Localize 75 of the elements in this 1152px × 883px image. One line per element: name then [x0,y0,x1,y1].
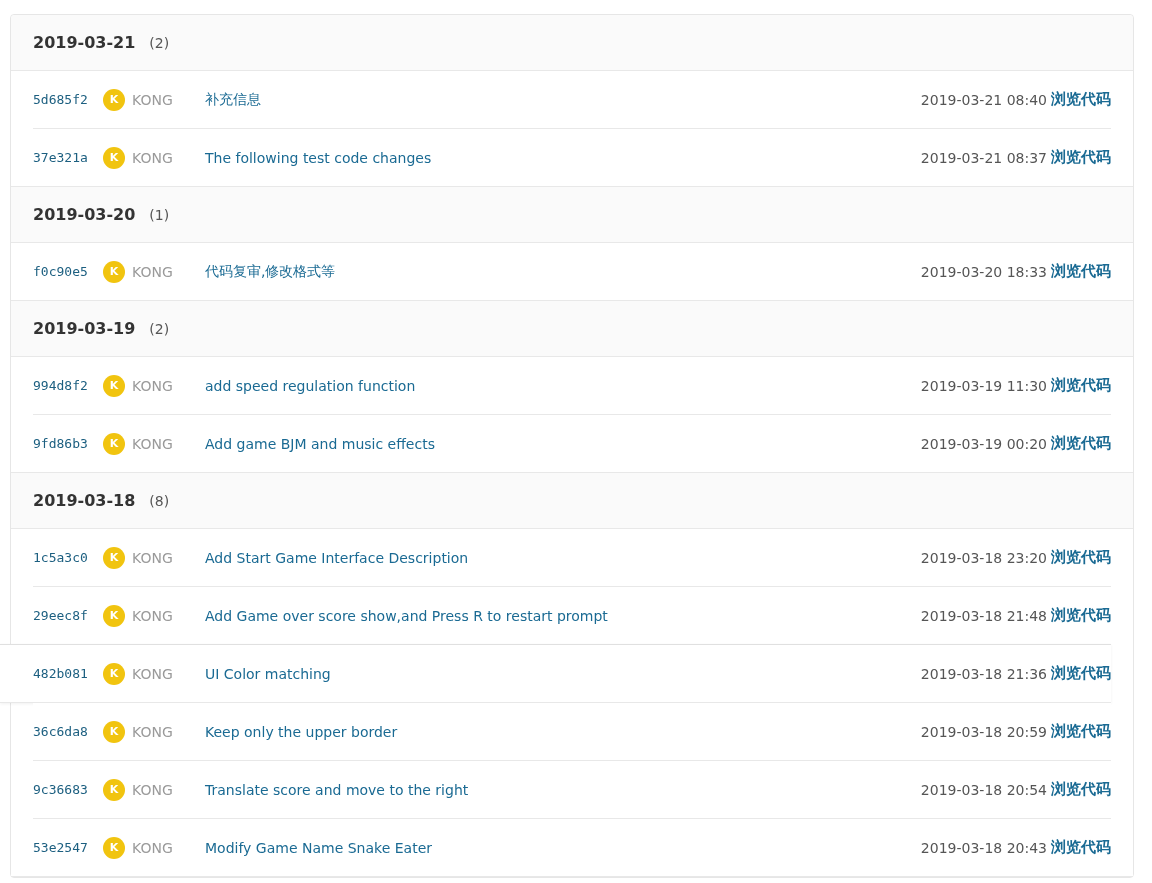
commit-time: 2019-03-18 20:43 [920,839,1047,856]
commit-time: 2019-03-18 20:59 [920,723,1047,740]
author-name: KONG [132,665,174,682]
avatar: K [103,432,125,455]
browse-code-link[interactable]: 浏览代码 [1051,780,1111,799]
commit-hash[interactable]: 482b081 [33,666,101,681]
commit-time: 2019-03-21 08:37 [920,149,1047,166]
browse-code-link[interactable]: 浏览代码 [1051,148,1111,167]
commit-hash[interactable]: 36c6da8 [33,724,101,739]
date-label: 2019-03-18 [33,491,136,510]
browse-code-link[interactable]: 浏览代码 [1051,722,1111,741]
commit-hash[interactable]: 9fd86b3 [33,436,101,451]
avatar: K [103,778,125,801]
author-name: KONG [132,149,174,166]
browse-code-link[interactable]: 浏览代码 [1051,664,1111,683]
commit-message[interactable]: Add Game over score show,and Press R to restart prompt [205,607,921,624]
date-label: 2019-03-21 [33,33,136,52]
author-name: KONG [132,839,174,856]
author-name: KONG [132,607,174,624]
commit-message[interactable]: UI Color matching [205,665,921,682]
avatar: K [103,88,125,111]
avatar: K [103,260,125,283]
author-name: KONG [132,723,174,740]
commit-hash[interactable]: 1c5a3c0 [33,550,101,565]
browse-code-link[interactable]: 浏览代码 [1051,262,1111,281]
commit-hash[interactable]: 5d685f2 [33,92,101,107]
avatar: K [103,546,125,569]
commit-message[interactable]: add speed regulation function [205,377,921,394]
commit-message[interactable]: The following test code changes [205,149,921,166]
browse-code-link[interactable]: 浏览代码 [1051,606,1111,625]
commit-hash[interactable]: 994d8f2 [33,378,101,393]
commit-time: 2019-03-18 21:48 [920,607,1047,624]
avatar: K [103,374,125,397]
author-name: KONG [132,377,174,394]
author-name: KONG [132,549,174,566]
commit-hash[interactable]: 29eec8f [33,608,101,623]
commit-time: 2019-03-18 21:36 [920,665,1047,682]
browse-code-link[interactable]: 浏览代码 [1051,838,1111,857]
commit-time: 2019-03-18 20:54 [920,781,1047,798]
browse-code-link[interactable]: 浏览代码 [1051,376,1111,395]
date-label: 2019-03-19 [33,319,136,338]
commit-message[interactable]: Add Start Game Interface Description [205,549,921,566]
commit-count: (2) [149,320,170,337]
author-name: KONG [132,91,174,108]
commit-time: 2019-03-21 08:40 [920,91,1047,108]
avatar: K [103,662,125,685]
browse-code-link[interactable]: 浏览代码 [1051,434,1111,453]
avatar: K [103,146,125,169]
commit-hash[interactable]: f0c90e5 [33,264,101,279]
avatar: K [103,720,125,743]
commit-time: 2019-03-19 00:20 [920,435,1047,452]
author-name: KONG [132,781,174,798]
date-label: 2019-03-20 [33,205,136,224]
author-name: KONG [132,263,174,280]
commit-hash[interactable]: 53e2547 [33,840,101,855]
commit-time: 2019-03-18 23:20 [920,549,1047,566]
commit-message[interactable]: Translate score and move to the right [205,781,921,798]
avatar: K [103,604,125,627]
commit-message[interactable]: Keep only the upper border [205,723,921,740]
commit-row[interactable]: 482b081 K KONG UI Color matching 2019-03-18 21:36 浏览代码 [0,644,1111,703]
commit-message[interactable]: Modify Game Name Snake Eater [205,839,921,856]
avatar: K [103,836,125,859]
commit-message[interactable]: 补充信息 [205,90,921,109]
commit-count: (1) [149,206,170,223]
commit-count: (8) [149,492,170,509]
commit-count: (2) [149,34,170,51]
commit-hash[interactable]: 37e321a [33,150,101,165]
commit-hash[interactable]: 9c36683 [33,782,101,797]
commit-time: 2019-03-20 18:33 [920,263,1047,280]
author-name: KONG [132,435,174,452]
commit-time: 2019-03-19 11:30 [920,377,1047,394]
browse-code-link[interactable]: 浏览代码 [1051,90,1111,109]
browse-code-link[interactable]: 浏览代码 [1051,548,1111,567]
commit-message[interactable]: 代码复审,修改格式等 [205,262,921,281]
commit-message[interactable]: Add game BJM and music effects [205,435,921,452]
